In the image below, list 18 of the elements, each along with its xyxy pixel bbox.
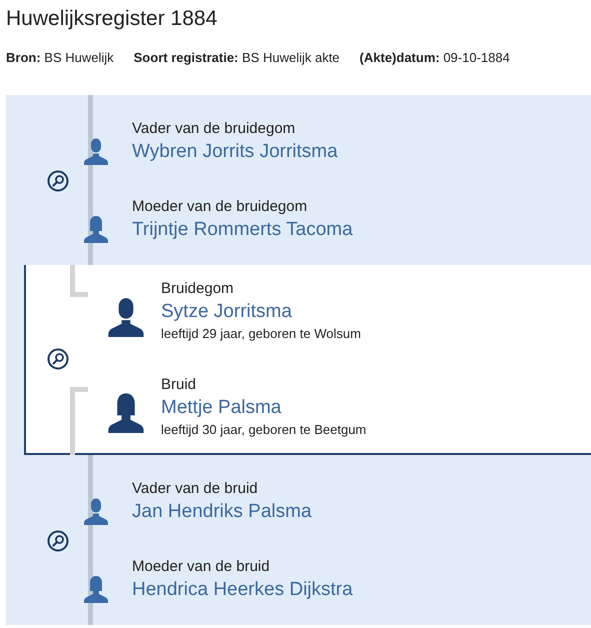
- person-name-link[interactable]: Jan Hendriks Palsma: [132, 499, 312, 525]
- page-title: Huwelijksregister 1884: [6, 6, 218, 32]
- meta-field: (Akte)datum: 09-10-1884: [360, 50, 510, 65]
- role-label: Vader van de bruidegom: [132, 119, 296, 139]
- person-name-link[interactable]: Trijntje Rommerts Tacoma: [132, 217, 353, 243]
- role-label: Bruidegom: [161, 279, 235, 299]
- person-name-link[interactable]: Sytze Jorritsma: [161, 299, 361, 325]
- person-name-link[interactable]: Mettje Palsma: [161, 395, 366, 421]
- person-details: leeftijd 30 jaar, geboren te Beetgum: [161, 421, 366, 439]
- role-label: Moeder van de bruidegom: [132, 197, 308, 217]
- meta-field: Soort registratie: BS Huwelijk akte: [134, 50, 340, 65]
- role-label: Bruid: [161, 375, 198, 395]
- role-label: Moeder van de bruid: [132, 557, 271, 577]
- person-name-link[interactable]: Hendrica Heerkes Dijkstra: [132, 577, 353, 603]
- role-label: Vader van de bruid: [132, 479, 259, 499]
- person-name-link[interactable]: Wybren Jorrits Jorritsma: [132, 139, 338, 165]
- meta-field: Bron: BS Huwelijk: [6, 50, 114, 65]
- person-details: leeftijd 29 jaar, geboren te Wolsum: [161, 325, 361, 343]
